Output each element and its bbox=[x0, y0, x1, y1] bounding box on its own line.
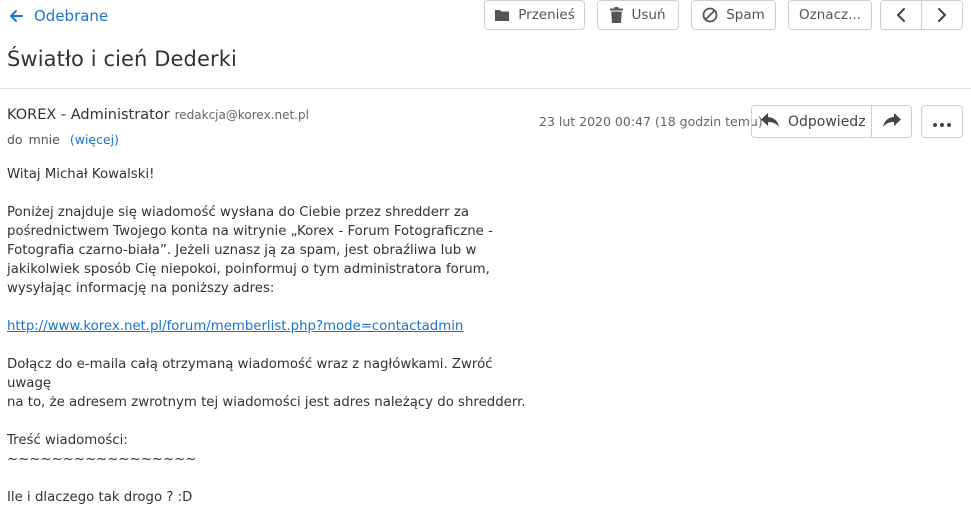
message-subject: Światło i cień Dederki bbox=[7, 47, 237, 71]
back-to-inbox-link[interactable]: Odebrane bbox=[8, 4, 108, 28]
mark-button[interactable]: Oznacz... bbox=[788, 0, 872, 30]
back-label: Odebrane bbox=[34, 7, 109, 25]
ban-icon bbox=[702, 7, 718, 23]
body-line: Dołącz do e-maila całą otrzymaną wiadomo… bbox=[7, 357, 493, 391]
body-line: wysyłając informację na poniższy adres: bbox=[7, 281, 275, 296]
folder-icon bbox=[494, 8, 510, 22]
recipient-name: mnie bbox=[28, 132, 60, 147]
sender-name[interactable]: KOREX - Administrator bbox=[7, 107, 170, 123]
dots-icon bbox=[933, 112, 951, 131]
body-line: Poniżej znajduje się wiadomość wysłana d… bbox=[7, 205, 469, 220]
chevron-right-icon bbox=[937, 8, 947, 22]
separator-line: ~~~~~~~~~~~~~~~~~ bbox=[7, 452, 197, 467]
reply-button-group: Odpowiedz bbox=[751, 105, 912, 138]
spam-label: Spam bbox=[726, 7, 765, 23]
body-line: jakikolwiek sposób Cię niepokoi, poinfor… bbox=[7, 262, 490, 277]
more-recipients-link[interactable]: (więcej) bbox=[70, 132, 119, 147]
body-paragraph: Dołącz do e-maila całą otrzymaną wiadomo… bbox=[7, 355, 527, 412]
body-line: Fotografia czarno-biała”. Jeżeli uznasz … bbox=[7, 243, 477, 258]
trash-icon bbox=[610, 7, 624, 23]
reply-icon bbox=[760, 112, 780, 132]
mark-label: Oznacz... bbox=[799, 7, 861, 23]
message-content: Ile i dlaczego tak drogo ? :D bbox=[7, 490, 193, 505]
body-line: na to, że adresem zwrotnym tej wiadomośc… bbox=[7, 395, 526, 410]
delete-label: Usuń bbox=[631, 7, 666, 23]
previous-message-button[interactable] bbox=[880, 0, 922, 30]
sender-email[interactable]: redakcja@korex.net.pl bbox=[175, 108, 309, 122]
content-section: Treść wiadomości: ~~~~~~~~~~~~~~~~~ bbox=[7, 431, 527, 469]
message-date: 23 lut 2020 00:47 (18 godzin temu) bbox=[539, 114, 763, 129]
chevron-left-icon bbox=[896, 8, 906, 22]
move-label: Przenieś bbox=[518, 7, 575, 23]
greeting: Witaj Michał Kowalski! bbox=[7, 167, 155, 182]
delete-button[interactable]: Usuń bbox=[597, 0, 679, 30]
body-line: pośrednictwem Twojego konta na witrynie … bbox=[7, 224, 493, 239]
body-paragraph: Poniżej znajduje się wiadomość wysłana d… bbox=[7, 203, 527, 298]
recipient-line: do mnie (więcej) bbox=[7, 132, 119, 147]
forward-icon bbox=[882, 112, 902, 132]
next-message-button[interactable] bbox=[921, 0, 963, 30]
arrow-left-icon bbox=[8, 8, 24, 24]
contact-admin-link[interactable]: http://www.korex.net.pl/forum/memberlist… bbox=[7, 319, 463, 334]
forward-button[interactable] bbox=[872, 106, 911, 137]
more-actions-button[interactable] bbox=[921, 105, 963, 138]
sender-line: KOREX - Administrator redakcja@korex.net… bbox=[7, 107, 309, 123]
contact-admin-paragraph: http://www.korex.net.pl/forum/memberlist… bbox=[7, 317, 527, 336]
header-divider bbox=[0, 88, 971, 89]
to-prefix: do bbox=[7, 132, 23, 147]
reply-button[interactable]: Odpowiedz bbox=[752, 106, 872, 137]
move-button[interactable]: Przenieś bbox=[484, 0, 585, 30]
email-view: Odebrane Przenieś Usuń Spam Oznacz... Św… bbox=[0, 0, 971, 509]
message-body: Witaj Michał Kowalski! Poniżej znajduje … bbox=[7, 165, 527, 509]
reply-label: Odpowiedz bbox=[788, 113, 866, 130]
spam-button[interactable]: Spam bbox=[691, 0, 776, 30]
content-label: Treść wiadomości: bbox=[7, 433, 128, 448]
